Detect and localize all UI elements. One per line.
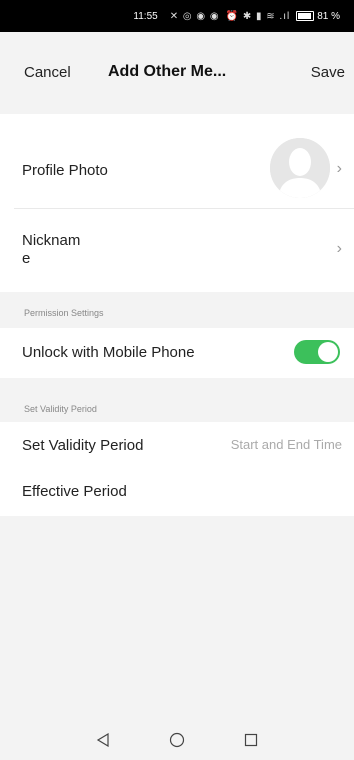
- set-validity-value: Start and End Time: [230, 437, 342, 452]
- profile-photo-chevron-icon: ›: [336, 160, 342, 177]
- page-title: Add Other Me...: [108, 63, 227, 80]
- nickname-label: Nicknam e: [22, 232, 80, 268]
- profile-photo-label: Profile Photo: [22, 162, 108, 179]
- unlock-toggle[interactable]: [294, 340, 340, 364]
- cancel-button[interactable]: Cancel: [24, 64, 71, 81]
- avatar[interactable]: [270, 138, 330, 198]
- recents-nav-button[interactable]: [241, 730, 261, 750]
- back-triangle-icon: [96, 733, 109, 747]
- nickname-label-line1: Nicknam: [22, 232, 81, 249]
- home-circle-icon: [169, 732, 185, 748]
- status-time: 11:55: [133, 10, 158, 22]
- battery-indicator: 81 %: [296, 11, 340, 22]
- system-nav-bar: [0, 720, 354, 760]
- header-bar: Cancel Add Other Me... Save: [0, 32, 354, 114]
- status-bar: 11:55 ✕ ◎ ◉ ◉ ⏰ ✱ ▮ ≋ .ıl 81 %: [0, 0, 354, 32]
- unlock-label: Unlock with Mobile Phone: [22, 344, 195, 361]
- save-button[interactable]: Save: [311, 64, 345, 81]
- nickname-row[interactable]: Nicknam e: [0, 209, 354, 292]
- status-left-icons: ✕ ◎ ◉ ◉: [169, 10, 220, 22]
- back-nav-button[interactable]: [93, 730, 113, 750]
- set-validity-label: Set Validity Period: [22, 437, 144, 454]
- status-right-icons: ⏰ ✱ ▮ ≋ .ıl: [225, 10, 291, 22]
- home-nav-button[interactable]: [167, 730, 187, 750]
- effective-period-label: Effective Period: [22, 483, 127, 500]
- battery-percent: 81 %: [317, 10, 340, 22]
- avatar-placeholder-icon: [270, 138, 330, 198]
- effective-period-row[interactable]: Effective Period: [0, 468, 354, 514]
- recents-square-icon: [244, 733, 258, 747]
- validity-section-header: Set Validity Period: [24, 404, 97, 414]
- nickname-chevron-icon: ›: [336, 240, 342, 257]
- permission-section-header: Permission Settings: [24, 308, 104, 318]
- battery-icon: [296, 11, 315, 21]
- toggle-knob: [318, 342, 338, 362]
- nickname-label-line2: e: [22, 250, 31, 267]
